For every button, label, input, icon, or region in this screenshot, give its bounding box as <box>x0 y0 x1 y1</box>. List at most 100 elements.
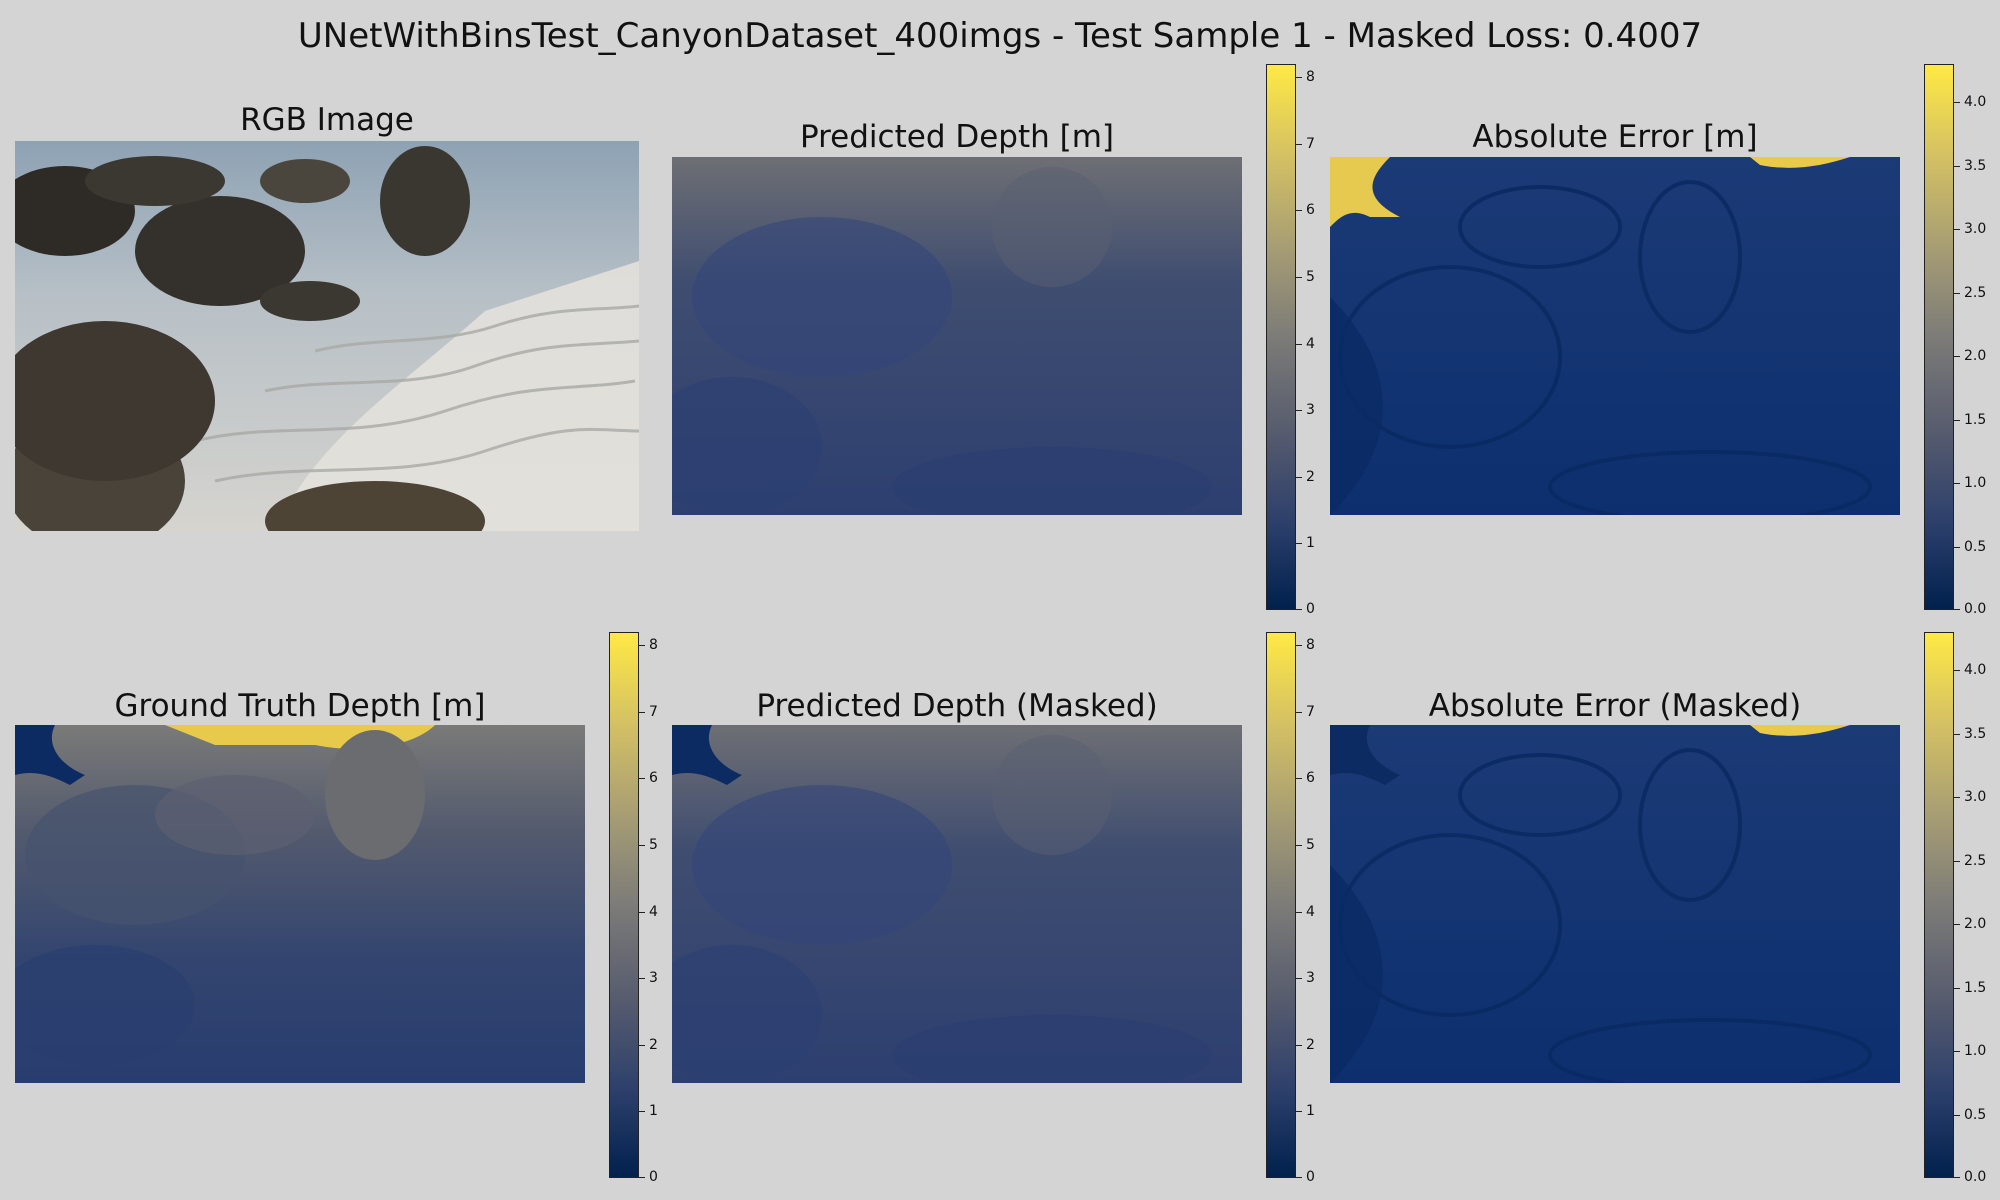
panel-title-abs-error-masked: Absolute Error (Masked) <box>1428 688 1802 724</box>
colorbar-tick <box>1296 210 1302 212</box>
colorbar-tick <box>1296 778 1302 780</box>
colorbar-tick-label: 1.5 <box>1964 411 1987 428</box>
colorbar-tick-label: 0 <box>1306 601 1315 617</box>
colorbar-tick <box>1954 483 1960 485</box>
colorbar-tick-label: 0 <box>1306 1169 1315 1185</box>
panel-title-pred-depth: Predicted Depth [m] <box>799 119 1115 155</box>
colorbar-tick-label: 4.0 <box>1964 94 1987 111</box>
colorbar-gradient <box>1924 64 1954 610</box>
colorbar-abs-error: 0.0 0.5 1.0 1.5 2.0 2.5 3.0 3.5 4.0 <box>1924 64 2000 617</box>
colorbar-tick-label: 1 <box>1306 535 1315 552</box>
colorbar-tick <box>639 711 645 713</box>
colorbar-tick <box>1954 292 1960 294</box>
colorbar-tick <box>1296 476 1302 478</box>
colorbar-tick-label: 3 <box>649 970 658 987</box>
colorbar-tick <box>1954 419 1960 421</box>
colorbar-tick-label: 2 <box>1306 1036 1315 1053</box>
colorbar-tick <box>1296 911 1302 913</box>
colorbar-tick-label: 3.5 <box>1964 725 1987 742</box>
colorbar-tick <box>1954 102 1960 104</box>
colorbar-tick-label: 1 <box>1306 1103 1315 1120</box>
colorbar-tick <box>1296 343 1302 345</box>
colorbar-tick <box>1954 733 1960 735</box>
colorbar-tick-label: 2 <box>1306 468 1315 485</box>
pred-depth-masked-map <box>672 725 1242 1083</box>
colorbar-tick <box>639 911 645 913</box>
colorbar-tick-label: 0.0 <box>1964 601 1987 617</box>
colorbar-tick-label: 6 <box>1306 202 1315 219</box>
colorbar-tick <box>639 645 645 647</box>
colorbar-tick-label: 8 <box>649 637 658 654</box>
rgb-image <box>15 141 639 531</box>
colorbar-pred-depth-masked: 0 1 2 3 4 5 6 7 8 <box>1266 632 1336 1185</box>
colorbar-tick <box>1296 645 1302 647</box>
colorbar-tick <box>1954 546 1960 548</box>
colorbar-tick <box>1296 543 1302 545</box>
colorbar-tick-label: 4.0 <box>1964 662 1987 679</box>
colorbar-tick-label: 6 <box>1306 770 1315 787</box>
pred-depth-map <box>672 157 1242 515</box>
colorbar-tick-label: 0.0 <box>1964 1169 1987 1185</box>
colorbar-tick-label: 2.0 <box>1964 916 1987 933</box>
colorbar-tick-label: 1.5 <box>1964 979 1987 996</box>
colorbar-abs-error-masked: 0.0 0.5 1.0 1.5 2.0 2.5 3.0 3.5 4.0 <box>1924 632 2000 1185</box>
colorbar-tick-label: 0.5 <box>1964 538 1987 555</box>
colorbar-tick <box>1296 711 1302 713</box>
colorbar-tick <box>1296 1177 1302 1178</box>
colorbar-pred-depth: 0 1 2 3 4 5 6 7 8 <box>1266 64 1336 617</box>
colorbar-tick <box>639 1111 645 1113</box>
figure-title: UNetWithBinsTest_CanyonDataset_400imgs -… <box>297 16 1703 56</box>
colorbar-tick-label: 3 <box>1306 970 1315 987</box>
colorbar-tick <box>1954 670 1960 672</box>
colorbar-tick <box>639 1177 645 1178</box>
colorbar-gradient <box>1266 632 1296 1178</box>
abs-error-map <box>1330 157 1900 515</box>
colorbar-tick <box>1954 356 1960 358</box>
colorbar-gt-depth: 0 1 2 3 4 5 6 7 8 <box>609 632 679 1185</box>
gt-depth-map <box>15 725 585 1083</box>
colorbar-tick <box>1296 1044 1302 1046</box>
colorbar-tick-label: 8 <box>1306 637 1315 654</box>
colorbar-tick <box>1954 924 1960 926</box>
panel-title-pred-depth-masked: Predicted Depth (Masked) <box>756 688 1158 724</box>
colorbar-tick <box>639 845 645 847</box>
colorbar-tick-label: 2 <box>649 1036 658 1053</box>
colorbar-tick <box>1296 978 1302 980</box>
colorbar-tick <box>1296 845 1302 847</box>
colorbar-tick-label: 2.5 <box>1964 852 1987 869</box>
colorbar-tick <box>1954 987 1960 989</box>
colorbar-tick-label: 1 <box>649 1103 658 1120</box>
colorbar-tick-label: 0 <box>649 1169 658 1185</box>
colorbar-tick <box>1296 277 1302 279</box>
colorbar-tick <box>1296 77 1302 79</box>
colorbar-tick <box>1954 797 1960 799</box>
colorbar-tick <box>1954 860 1960 862</box>
colorbar-tick-label: 2.0 <box>1964 348 1987 365</box>
colorbar-tick <box>1954 1051 1960 1053</box>
colorbar-tick-label: 3 <box>1306 402 1315 419</box>
colorbar-gradient <box>609 632 639 1178</box>
colorbar-tick-label: 7 <box>1306 135 1315 152</box>
colorbar-tick-label: 5 <box>649 837 658 854</box>
colorbar-tick-label: 5 <box>1306 837 1315 854</box>
colorbar-tick <box>639 778 645 780</box>
colorbar-gradient <box>1924 632 1954 1178</box>
colorbar-tick <box>1954 165 1960 167</box>
colorbar-tick-label: 1.0 <box>1964 1043 1987 1060</box>
colorbar-tick-label: 7 <box>649 703 658 720</box>
colorbar-tick <box>1296 609 1302 610</box>
colorbar-tick <box>1296 410 1302 412</box>
colorbar-tick <box>1954 229 1960 231</box>
colorbar-tick-label: 3.0 <box>1964 221 1987 238</box>
colorbar-tick-label: 8 <box>1306 69 1315 86</box>
panel-title-gt-depth: Ground Truth Depth [m] <box>114 688 486 724</box>
colorbar-tick <box>639 978 645 980</box>
abs-error-masked-map <box>1330 725 1900 1083</box>
colorbar-tick-label: 3.5 <box>1964 157 1987 174</box>
colorbar-tick <box>1296 143 1302 145</box>
colorbar-tick <box>1954 1114 1960 1116</box>
colorbar-tick-label: 4 <box>649 903 658 920</box>
colorbar-tick <box>639 1044 645 1046</box>
colorbar-tick-label: 3.0 <box>1964 789 1987 806</box>
colorbar-tick-label: 5 <box>1306 269 1315 286</box>
